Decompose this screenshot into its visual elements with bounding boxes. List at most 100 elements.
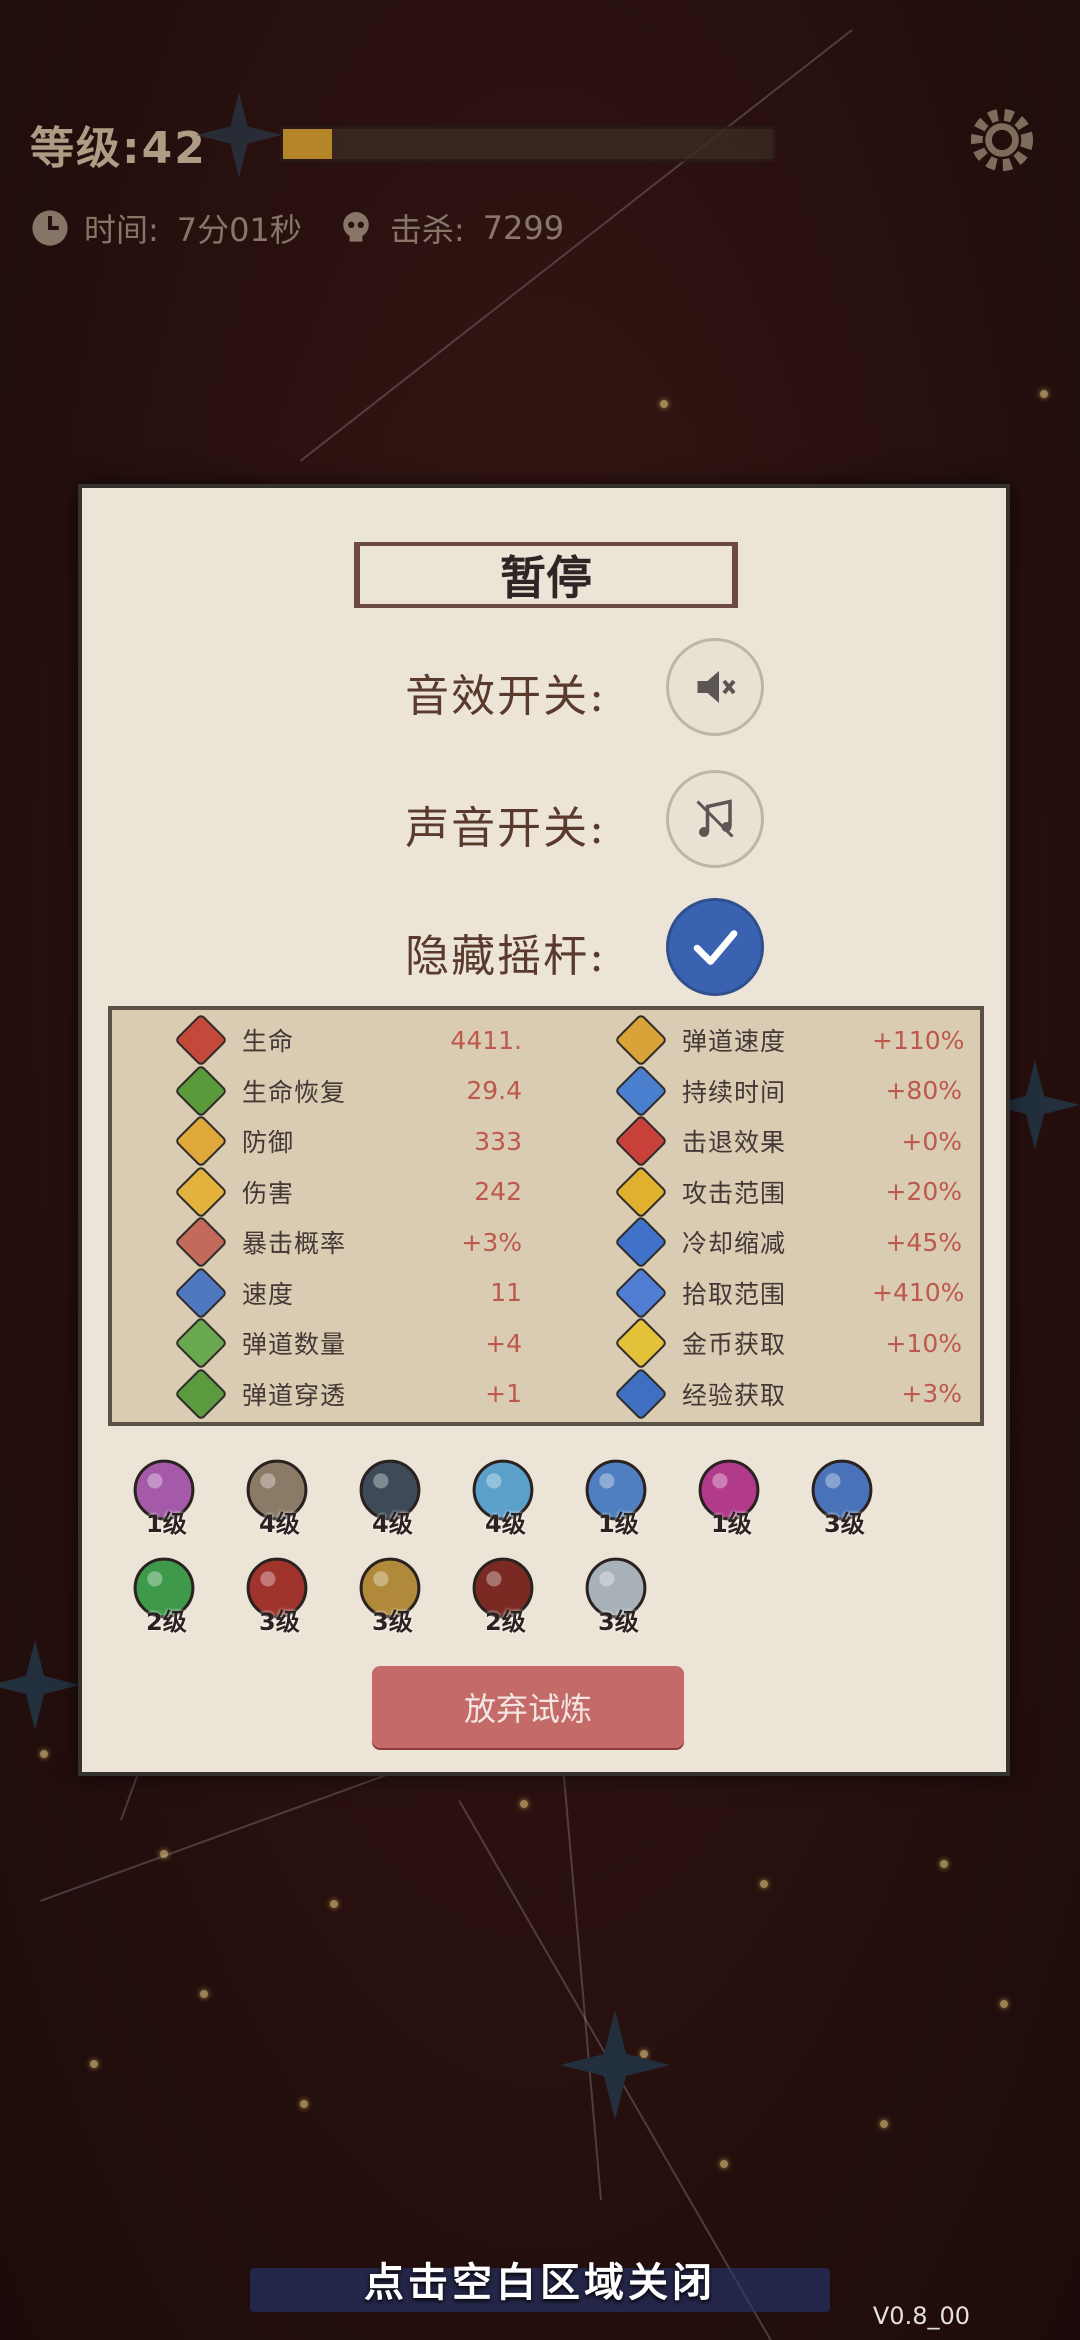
stat-value: 29.4 [466,1076,522,1105]
stat-value: +10% [885,1328,962,1358]
stat-row: 持续时间 +80% [612,1063,1032,1118]
clock-icon [32,210,68,246]
stat-icon [174,1114,228,1168]
stat-value: +45% [885,1227,962,1257]
stat-name: 伤害 [242,1178,295,1208]
stat-name: 弹道穿透 [242,1380,347,1410]
stat-row: 生命恢复 29.4 [172,1063,592,1118]
stat-name: 金币获取 [682,1330,787,1359]
inventory-item[interactable]: 3级 [568,1546,668,1642]
stat-row: 冷却缩减 +45% [612,1215,1032,1269]
stat-name: 弹道速度 [682,1027,787,1056]
stat-icon [174,1215,228,1269]
stat-name: 拾取范围 [682,1279,787,1309]
inventory-item[interactable]: 1级 [681,1448,781,1544]
pause-title: 暂停 [354,542,738,608]
stat-icon [614,1316,668,1370]
stat-row: 攻击范围 +20% [612,1164,1032,1219]
stat-name: 生命恢复 [242,1077,347,1107]
time-label: 时间: [84,211,159,249]
abandon-trial-button[interactable]: 放弃试炼 [372,1666,684,1748]
stat-row: 金币获取 +10% [612,1316,1032,1370]
settings-gear-button[interactable] [960,98,1044,182]
stat-icon [614,1215,668,1269]
kills-label: 击杀: [389,211,465,249]
stat-row: 拾取范围 +410% [612,1265,1032,1320]
item-level-label: 4级 [485,1510,526,1538]
stat-icon [614,1013,668,1067]
joystick-toggle-label: 隐藏摇杆: [405,931,606,982]
joystick-toggle-row: 隐藏摇杆: [82,898,1006,998]
stat-icon [174,1063,228,1118]
item-level-label: 4级 [372,1510,413,1538]
sfx-toggle-label: 音效开关: [405,671,606,722]
stat-row: 伤害 242 [172,1164,592,1219]
stat-name: 击退效果 [682,1128,787,1157]
character-stats-panel: 生命 4411. 生命恢复 29.4 防御 333 伤害 242 暴击概率 +3% 速度 11 弹道数量… [108,1006,984,1426]
stat-value: 333 [474,1126,522,1156]
stat-icon [614,1265,668,1320]
shuriken-projectile-icon [560,2010,670,2120]
stat-value: 242 [474,1177,522,1206]
level-label: 等级:42 [30,123,207,174]
stat-name: 冷却缩减 [682,1229,787,1258]
item-level-label: 3级 [598,1608,639,1636]
stat-icon [614,1366,668,1421]
stat-icon [174,1013,228,1067]
inventory-item[interactable]: 4级 [342,1448,442,1544]
joystick-hide-checkbox[interactable] [666,898,764,996]
stat-value: +20% [885,1177,962,1206]
inventory-item[interactable]: 1级 [568,1448,668,1544]
close-hint-text: 点击空白区域关闭 [364,2260,716,2306]
sound-toggle-label: 声音开关: [405,803,606,854]
inventory-item[interactable]: 4级 [455,1448,555,1544]
inventory-item[interactable]: 1级 [116,1448,216,1544]
item-level-label: 4级 [259,1510,300,1538]
stat-name: 持续时间 [682,1077,787,1107]
inventory-item[interactable]: 2级 [116,1546,216,1642]
stat-icon [614,1114,668,1168]
sfx-toggle-row: 音效开关: [82,638,1006,738]
stat-name: 速度 [242,1279,295,1309]
time-value: 7分01秒 [176,211,302,249]
item-level-label: 3级 [372,1608,413,1636]
music-note-muted-icon [696,799,734,838]
inventory-item[interactable]: 3级 [229,1546,329,1642]
checkmark-icon [693,930,738,965]
version-label: V0.8_00 [872,2302,970,2330]
stat-name: 经验获取 [682,1380,787,1410]
stat-row: 击退效果 +0% [612,1114,1032,1168]
item-level-label: 1级 [146,1510,187,1538]
stat-icon [174,1316,228,1370]
stat-value: +0% [901,1126,962,1156]
item-level-label: 1级 [598,1510,639,1538]
kills-value: 7299 [482,209,565,247]
gear-icon [970,108,1034,172]
stat-value: +110% [872,1025,965,1055]
sfx-toggle-button[interactable] [666,638,764,736]
shuriken-projectile-icon [0,1640,80,1730]
speaker-mute-icon [697,671,736,703]
stat-name: 攻击范围 [682,1178,787,1208]
stat-row: 弹道穿透 +1 [172,1366,592,1421]
stat-name: 防御 [242,1128,295,1157]
sound-toggle-row: 声音开关: [82,770,1006,870]
stat-row: 防御 333 [172,1114,592,1168]
stat-row: 速度 11 [172,1265,592,1320]
sound-toggle-button[interactable] [666,770,764,868]
item-level-label: 3级 [824,1510,865,1538]
inventory-item[interactable]: 3级 [794,1448,894,1544]
stat-row: 经验获取 +3% [612,1366,1032,1421]
stat-icon [174,1366,228,1421]
stat-name: 弹道数量 [242,1330,347,1359]
stat-value: +3% [901,1379,962,1408]
stat-row: 弹道数量 +4 [172,1316,592,1370]
stat-value: 4411. [450,1025,522,1055]
inventory-item[interactable]: 2级 [455,1546,555,1642]
stat-row: 弹道速度 +110% [612,1013,1032,1067]
stat-value: 11 [490,1278,522,1307]
stat-name: 暴击概率 [242,1229,347,1258]
stat-value: +3% [461,1227,522,1257]
inventory-item[interactable]: 4级 [229,1448,329,1544]
inventory-item[interactable]: 3级 [342,1546,442,1642]
